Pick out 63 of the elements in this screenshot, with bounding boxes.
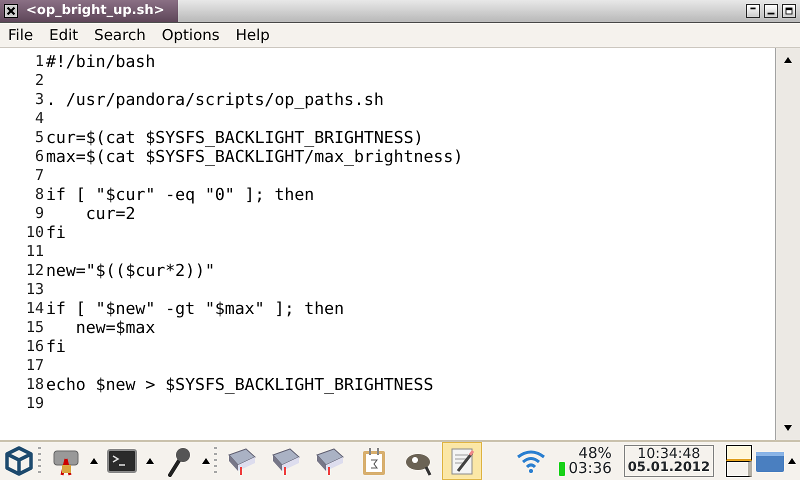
cube-logo-icon[interactable]: [4, 444, 34, 478]
code-line: if [ "$new" -gt "$max" ]; then: [46, 299, 344, 318]
shade-icon[interactable]: [746, 4, 760, 18]
editor-area[interactable]: [0, 48, 800, 440]
show-desktop-icon[interactable]: [756, 450, 784, 472]
line-number: 10: [24, 223, 45, 242]
scroll-up-icon[interactable]: [783, 56, 793, 64]
code-line: echo $new > $SYSFS_BACKLIGHT_BRIGHTNESS: [46, 375, 434, 394]
drag-handle-icon: [214, 446, 218, 476]
caret-icon[interactable]: [202, 458, 210, 464]
code-line: . /usr/pandora/scripts/op_paths.sh: [46, 90, 384, 109]
line-number: 11: [24, 242, 45, 261]
battery-icon: [558, 462, 565, 476]
code-line: new="$(($cur*2))": [46, 261, 215, 280]
line-number: 7: [34, 166, 45, 185]
menu-item[interactable]: File: [8, 24, 42, 46]
line-number: 5: [34, 128, 45, 147]
line-number: 3: [34, 90, 45, 109]
line-number: 2: [34, 71, 45, 90]
taskbar-button[interactable]: [442, 442, 482, 480]
menu-item[interactable]: Edit: [49, 24, 86, 46]
line-number: 14: [24, 299, 45, 318]
workspace-button[interactable]: [726, 445, 752, 461]
battery-time: 03:36: [568, 461, 612, 476]
caret-icon[interactable]: [788, 458, 796, 464]
wifi-icon[interactable]: [514, 448, 547, 474]
window-title: <op_bright_up.sh>: [26, 2, 164, 20]
line-number: 9: [34, 204, 45, 223]
line-number: 16: [24, 337, 45, 356]
scrollbar[interactable]: [775, 48, 800, 440]
line-number: 12: [24, 261, 45, 280]
code-line: fi: [46, 337, 66, 356]
code-line: if [ "$cur" -eq "0" ]; then: [46, 185, 314, 204]
menu-item[interactable]: Help: [236, 24, 278, 46]
minimize-icon[interactable]: [764, 4, 778, 18]
code-line: new=$max: [74, 318, 156, 337]
battery-percent: 48%: [578, 446, 612, 461]
line-number: 8: [34, 185, 45, 204]
menu-item[interactable]: Options: [162, 24, 228, 46]
workspace-button[interactable]: [726, 461, 752, 477]
line-number: 4: [34, 109, 45, 128]
menu-item[interactable]: Search: [94, 24, 154, 46]
code-line: cur=$(cat $SYSFS_BACKLIGHT_BRIGHTNESS): [46, 128, 424, 147]
code-line: fi: [46, 223, 66, 242]
clock-date: 05.01.2012: [628, 461, 710, 475]
caret-icon[interactable]: [90, 458, 98, 464]
caret-icon[interactable]: [146, 458, 154, 464]
code-line: #!/bin/bash: [46, 52, 156, 71]
drag-handle-icon: [38, 446, 42, 476]
code-line: cur=2: [84, 204, 136, 223]
line-number: 18: [24, 375, 45, 394]
line-number: 13: [24, 280, 45, 299]
line-number: 1: [34, 52, 45, 71]
line-number: 6: [34, 147, 45, 166]
close-icon[interactable]: [4, 4, 18, 18]
scroll-down-icon[interactable]: [783, 424, 793, 432]
code-line: max=$(cat $SYSFS_BACKLIGHT/max_brightness): [46, 147, 464, 166]
line-number: 15: [24, 318, 45, 337]
clock-panel[interactable]: 10:34:48 05.01.2012: [624, 445, 714, 477]
maximize-icon[interactable]: [782, 4, 796, 18]
line-number: 17: [24, 356, 45, 375]
clock-time: 10:34:48: [637, 447, 700, 461]
line-number: 19: [24, 394, 45, 413]
